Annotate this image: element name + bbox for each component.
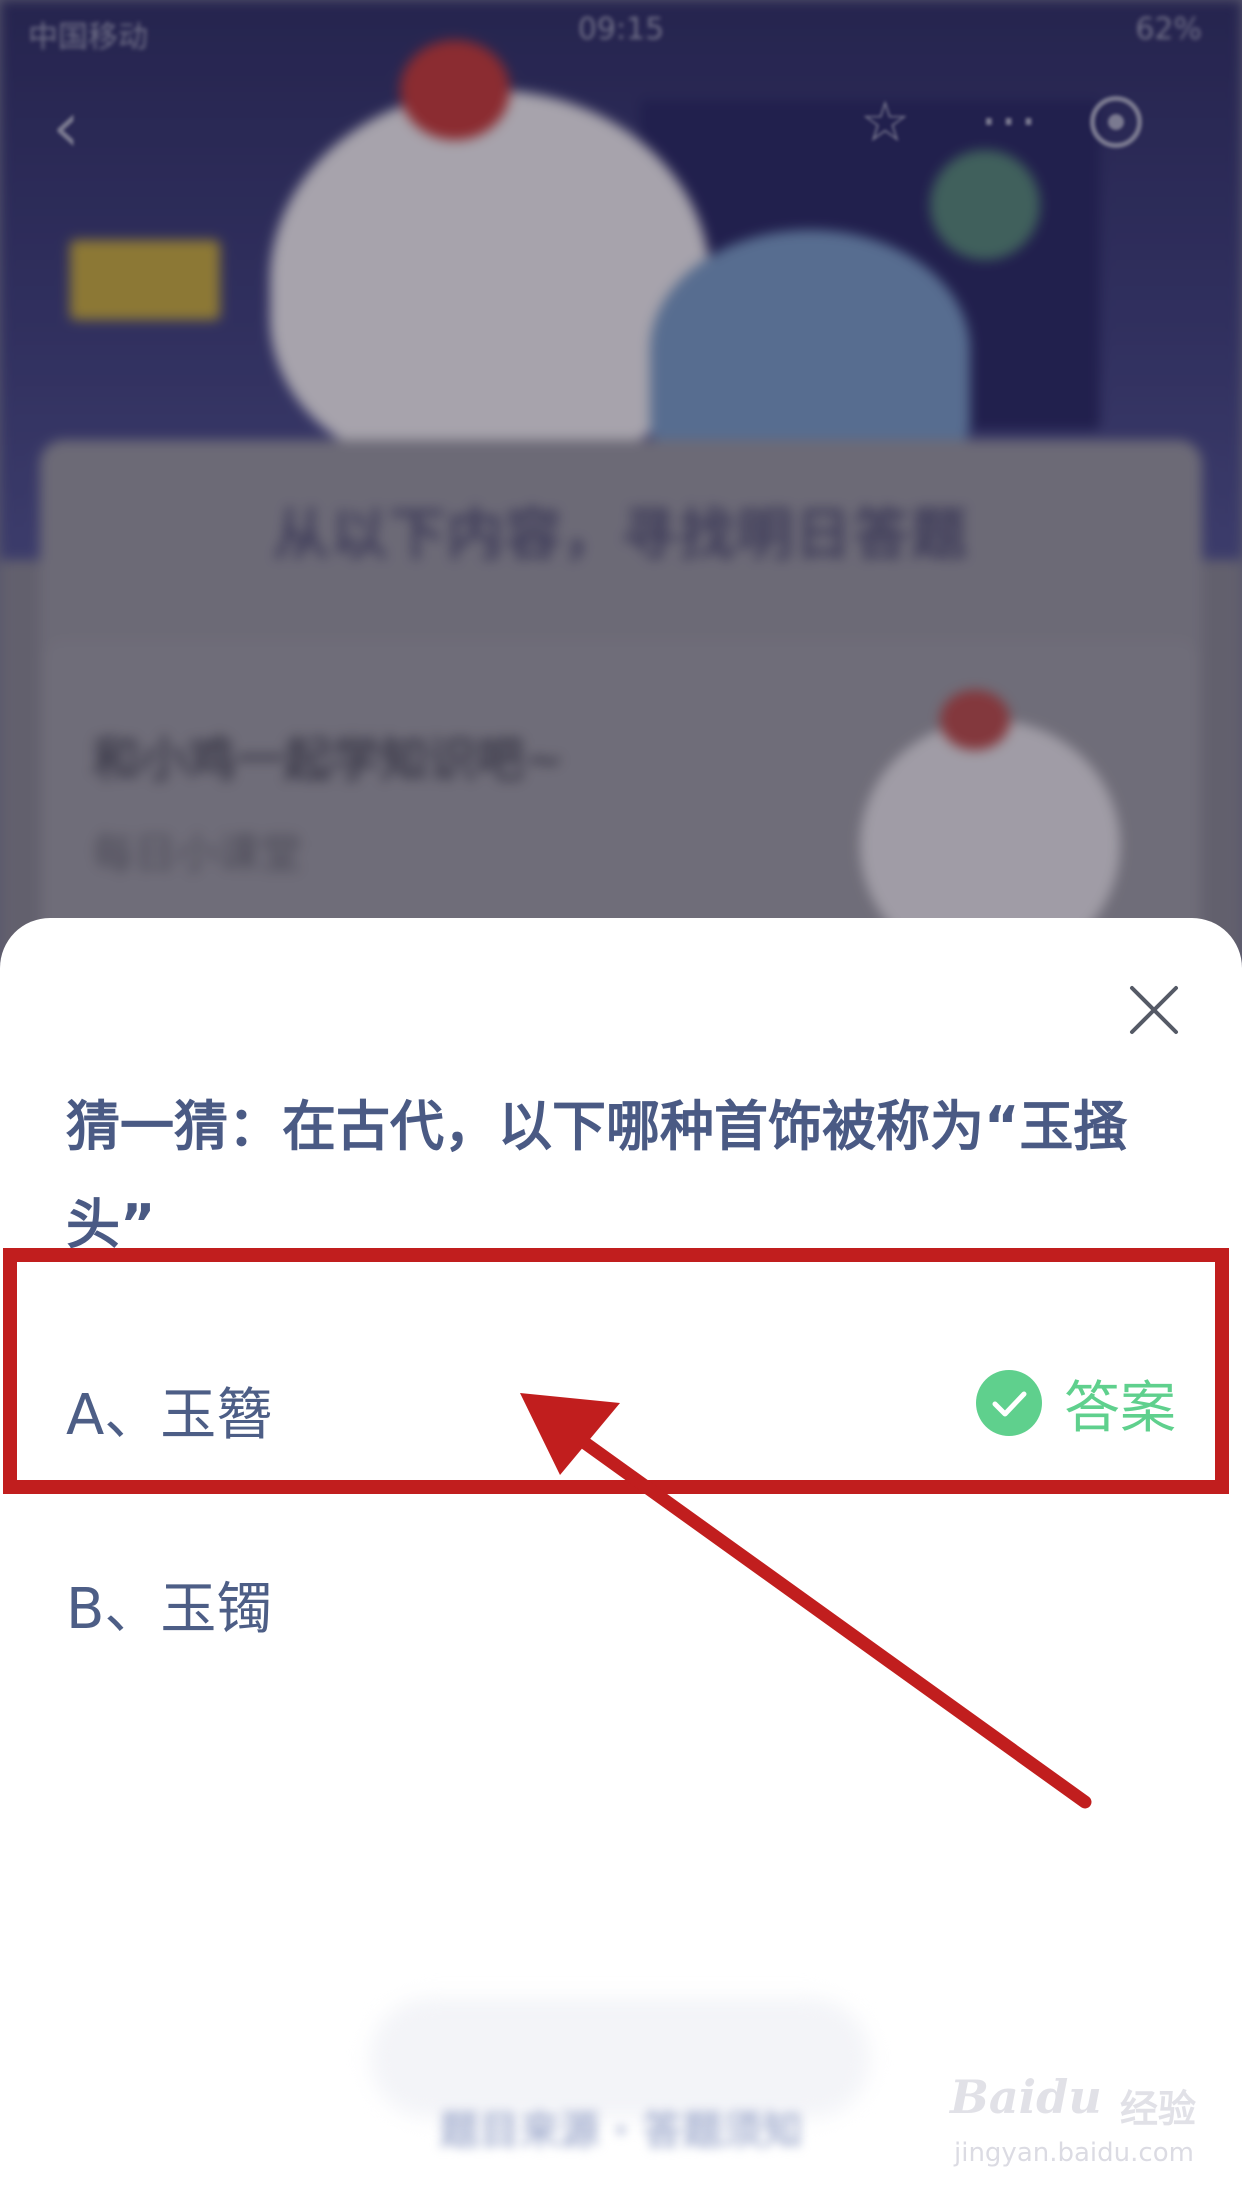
baidu-jingyan-watermark: Baidu 经验 jingyan.baidu.com [950,2070,1210,2190]
watermark-brand-cn: 经验 [1120,2087,1197,2131]
watermark-brand: Baidu [950,2070,1102,2124]
highlight-box [3,1248,1229,1494]
watermark-url: jingyan.baidu.com [954,2138,1194,2168]
screen: 从以下内容，寻找明日答题 和小鸡一起学知识吧~ 每日小课堂 中国移动 09:15… [0,0,1242,2208]
annotation-layer [3,1248,1229,1809]
